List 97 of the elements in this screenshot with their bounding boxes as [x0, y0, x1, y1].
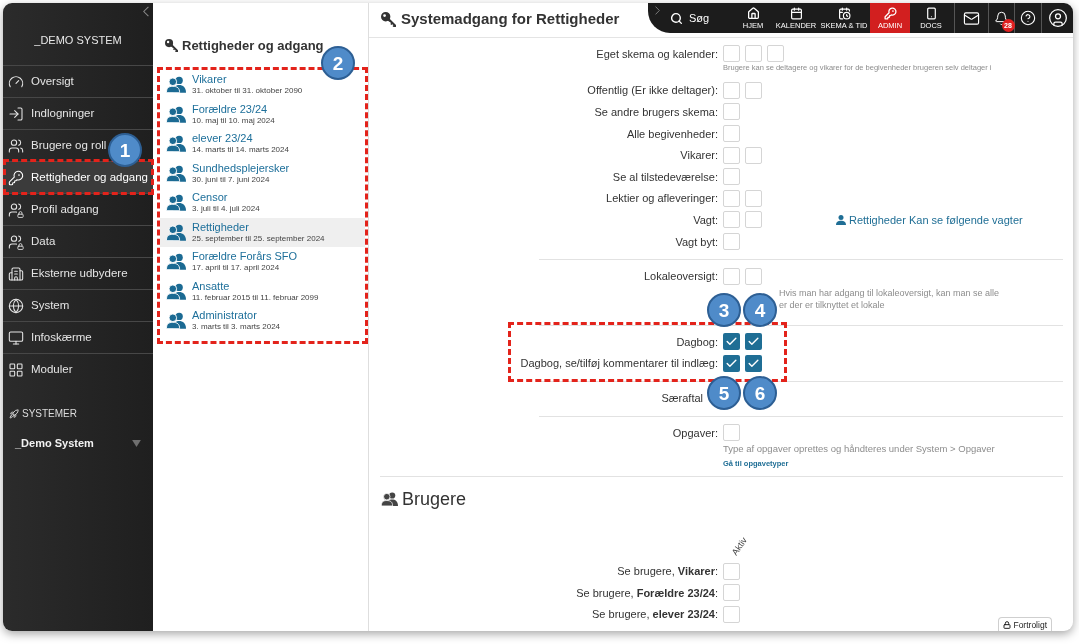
hint-text: er der er tilknyttet et lokale — [779, 298, 886, 311]
system-name: _DEMO SYSTEM — [33, 33, 123, 47]
lock-icon — [1003, 620, 1012, 629]
calendar-icon — [789, 6, 803, 20]
checkbox[interactable] — [723, 333, 740, 351]
checkbox[interactable] — [745, 211, 762, 229]
mail-icon[interactable] — [963, 9, 980, 27]
page-title: Systemadgang for Rettigheder — [401, 9, 620, 29]
collapse-chevron-icon[interactable] — [143, 6, 149, 17]
permission-label: Lokaleoversigt: — [644, 269, 718, 284]
step-marker: 4 — [743, 293, 777, 327]
permission-label: Opgaver: — [672, 425, 718, 440]
checkbox[interactable] — [767, 45, 784, 63]
checkbox[interactable] — [745, 333, 762, 351]
key-icon — [883, 6, 897, 20]
users-lock-icon — [8, 201, 24, 218]
search-button[interactable]: Søg — [670, 3, 714, 33]
checkbox[interactable] — [745, 81, 762, 99]
checkbox[interactable] — [723, 189, 740, 207]
step-marker: 5 — [707, 376, 741, 410]
panel-title: Rettigheder og adgang — [182, 37, 324, 55]
gauge-icon — [8, 73, 24, 90]
checkbox[interactable] — [745, 45, 762, 63]
rocket-icon — [9, 409, 19, 419]
confidential-text: Fortroligt — [1013, 619, 1047, 630]
checkbox[interactable] — [723, 45, 740, 63]
permission-label: Dagbog, se/tilføj kommentarer til indlæg: — [520, 356, 718, 371]
calendar-clock-icon — [837, 6, 851, 20]
checkbox[interactable] — [723, 605, 740, 623]
dropdown-caret-icon — [132, 439, 141, 447]
key-icon — [8, 169, 24, 186]
users-lock-icon — [8, 233, 24, 250]
key-icon — [165, 39, 178, 52]
monitor-icon — [8, 329, 24, 346]
step-marker: 6 — [743, 376, 777, 410]
permission-label: Særaftal — [661, 390, 703, 405]
permission-label: Vikarer: — [680, 148, 718, 163]
help-icon[interactable] — [1020, 10, 1036, 26]
users-icon — [166, 76, 186, 94]
checkbox[interactable] — [723, 103, 740, 121]
permissions-link[interactable]: Rettigheder Kan se følgende vagter — [836, 212, 1023, 227]
checkbox[interactable] — [723, 354, 740, 372]
users-icon — [166, 282, 186, 300]
checkbox[interactable] — [745, 267, 762, 285]
checkbox[interactable] — [723, 125, 740, 143]
checkbox[interactable] — [723, 146, 740, 164]
checkbox[interactable] — [723, 81, 740, 99]
grid-icon — [8, 361, 24, 378]
permission-label: Se brugere, Forældre 23/24: — [576, 585, 718, 600]
avatar-icon[interactable] — [1047, 8, 1068, 28]
sidebar-item[interactable]: Rettigheder og adgang — [3, 161, 153, 193]
chevron-right-icon[interactable] — [655, 6, 660, 15]
permission-label: Eget skema og kalender: — [596, 46, 718, 61]
permission-label: Alle begivenheder: — [626, 126, 718, 141]
role-item[interactable]: Rettigheder 25. september til 25. september 2024 — [160, 217, 365, 247]
permission-label: Se brugere, Vikarer: — [617, 564, 718, 579]
checkbox[interactable] — [745, 146, 762, 164]
checkbox[interactable] — [723, 233, 740, 251]
users-icon — [166, 164, 186, 182]
building-icon — [8, 265, 24, 282]
checkbox[interactable] — [745, 354, 762, 372]
permission-label: Se brugere, elever 23/24: — [592, 607, 718, 622]
checkbox[interactable] — [723, 584, 740, 602]
home-icon — [746, 6, 760, 20]
globe-icon — [8, 297, 24, 314]
permission-label: Se al tilstedeværelse: — [612, 169, 718, 184]
permission-label: Offentlig (Er ikke deltager): — [587, 83, 718, 98]
section-title: Brugere — [402, 488, 467, 512]
checkbox[interactable] — [723, 267, 740, 285]
users-icon — [8, 137, 24, 154]
users-icon — [381, 492, 398, 507]
search-icon — [670, 11, 683, 25]
key-icon — [381, 11, 396, 27]
permission-label: Dagbog: — [676, 334, 718, 349]
permission-label: Vagt byt: — [675, 234, 718, 249]
users-icon — [166, 135, 186, 153]
sign-in-icon — [8, 105, 24, 122]
users-icon — [166, 105, 186, 123]
permission-label: Vagt: — [693, 212, 718, 227]
hint-text: Type af opgaver oprettes og håndteres under System > Opgaver — [723, 443, 996, 456]
users-icon — [166, 194, 186, 212]
users-icon — [166, 253, 186, 271]
users-icon — [166, 312, 186, 330]
person-icon — [836, 214, 846, 225]
phone-icon — [924, 6, 938, 20]
hint-text: Hvis man har adgang til lokaleoversigt, kan man se alle — [779, 286, 1001, 299]
section-heading: SYSTEMER — [22, 407, 77, 421]
system-selector[interactable]: _Demo System — [3, 436, 153, 450]
checkbox[interactable] — [745, 189, 762, 207]
checkbox[interactable] — [723, 424, 740, 441]
permission-label: Lektier og afleveringer: — [606, 191, 718, 206]
checkbox[interactable] — [723, 211, 740, 229]
step-marker: 3 — [707, 293, 741, 327]
users-icon — [166, 223, 186, 241]
checkbox[interactable] — [723, 562, 740, 580]
permission-label: Se andre brugers skema: — [594, 105, 718, 119]
checkbox[interactable] — [723, 168, 740, 186]
